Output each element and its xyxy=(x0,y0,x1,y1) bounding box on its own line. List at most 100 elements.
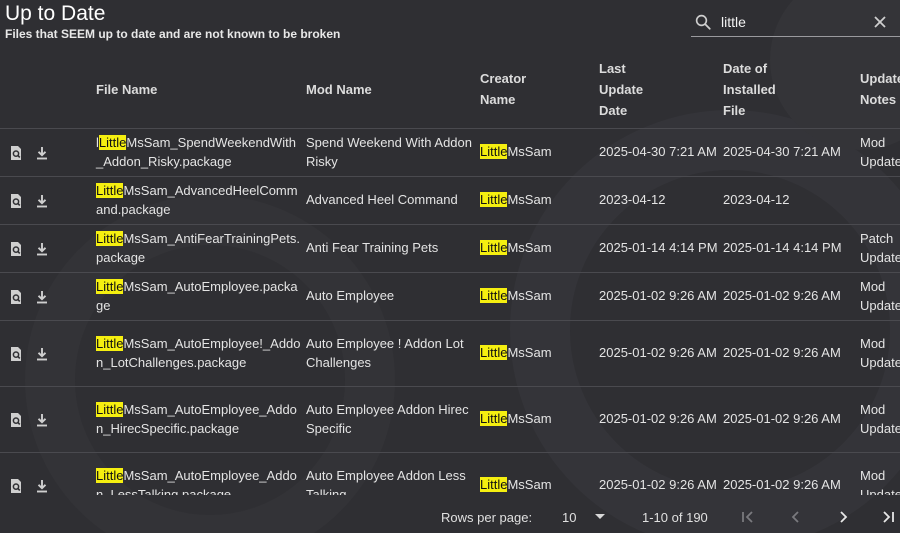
table-row[interactable]: LittleMsSam_AutoEmployee!_Addon_LotChall… xyxy=(0,320,900,387)
file-search-icon[interactable] xyxy=(8,193,24,209)
download-icon[interactable] xyxy=(34,289,50,305)
column-header-file-name[interactable]: File Name xyxy=(96,50,306,129)
file-name-cell: lLittleMsSam_SpendWeekendWith_Addon_Risk… xyxy=(96,128,306,177)
creator-name-rest: MsSam xyxy=(507,288,552,304)
creator-name-rest: MsSam xyxy=(507,477,552,493)
download-icon[interactable] xyxy=(34,193,50,209)
last-update-header-line1: Last xyxy=(599,60,626,76)
creator-name-cell: LittleMsSam xyxy=(480,128,599,177)
download-icon[interactable] xyxy=(34,478,50,494)
creator-name-cell: LittleMsSam xyxy=(480,386,599,453)
download-icon[interactable] xyxy=(34,145,50,161)
file-search-icon[interactable] xyxy=(8,241,24,257)
table-row[interactable]: LittleMsSam_AutoEmployee.package Auto Emp… xyxy=(0,272,900,321)
rows-per-page-select[interactable]: 10 xyxy=(562,510,576,525)
search-highlight: Little xyxy=(96,231,124,246)
mod-name-cell: Auto Employee xyxy=(306,272,480,321)
search-highlight: Little xyxy=(480,240,508,256)
row-actions xyxy=(0,176,96,225)
table-row[interactable]: LittleMsSam_AutoEmployee_Addon_LessTalki… xyxy=(0,452,900,495)
file-search-icon[interactable] xyxy=(8,346,24,362)
file-name-cell: LittleMsSam_AutoEmployee!_Addon_LotChall… xyxy=(96,320,306,387)
creator-name-rest: MsSam xyxy=(507,192,552,208)
file-search-icon[interactable] xyxy=(8,145,24,161)
creator-name-rest: MsSam xyxy=(507,411,552,427)
last-update-header-line3: Date xyxy=(599,102,628,118)
table-row[interactable]: LittleMsSam_AutoEmployee_Addon_HirecSpec… xyxy=(0,386,900,453)
installed-date-cell: 2025-01-02 9:26 AM xyxy=(723,272,860,321)
file-name-cell: LittleMsSam_AutoEmployee_Addon_HirecSpec… xyxy=(96,386,306,453)
file-name-rest: MsSam_AdvancedHeelCommand.package xyxy=(96,183,298,217)
download-icon[interactable] xyxy=(34,412,50,428)
search-highlight: Little xyxy=(96,183,124,198)
download-icon[interactable] xyxy=(34,241,50,257)
last-update-header-line2: Update xyxy=(599,81,644,97)
search-highlight: Little xyxy=(96,336,124,351)
mod-name-cell: Spend Weekend With Addon Risky xyxy=(306,128,480,177)
mod-name-cell: Auto Employee Addon Less Talking xyxy=(306,452,480,495)
table-row[interactable]: LittleMsSam_AdvancedHeelCommand.package A… xyxy=(0,176,900,225)
row-actions xyxy=(0,128,96,177)
row-actions xyxy=(0,386,96,453)
file-name-rest: MsSam_SpendWeekendWith_Addon_Risky.packa… xyxy=(96,135,296,169)
page-subtitle: Files that SEEM up to date and are not k… xyxy=(5,27,341,41)
search-highlight: Little xyxy=(480,345,508,361)
search-highlight: Little xyxy=(96,279,124,294)
pagination-range: 1-10 of 190 xyxy=(642,510,708,525)
file-name-rest: MsSam_AutoEmployee!_Addon_LotChallenges.… xyxy=(96,336,301,370)
last-update-date-cell: 2025-01-02 9:26 AM xyxy=(599,386,723,453)
close-icon[interactable] xyxy=(873,15,887,29)
creator-name-cell: LittleMsSam xyxy=(480,320,599,387)
search-input[interactable] xyxy=(719,10,873,34)
next-page-icon[interactable] xyxy=(835,509,851,525)
file-search-icon[interactable] xyxy=(8,412,24,428)
search-highlight: Little xyxy=(96,402,124,417)
last-update-date-cell: 2023-04-12 xyxy=(599,176,723,225)
file-search-icon[interactable] xyxy=(8,289,24,305)
installed-date-cell: 2025-04-30 7:21 AM xyxy=(723,128,860,177)
file-name-cell: LittleMsSam_AntiFearTrainingPets.package xyxy=(96,224,306,273)
file-name-cell: LittleMsSam_AdvancedHeelCommand.package xyxy=(96,176,306,225)
column-header-update-notes[interactable]: Update Notes xyxy=(860,50,900,129)
column-header-creator-name[interactable]: Creator Name xyxy=(480,50,599,129)
file-name-header-label: File Name xyxy=(96,81,158,97)
search-highlight: Little xyxy=(96,468,124,483)
creator-name-cell: LittleMsSam xyxy=(480,224,599,273)
download-icon[interactable] xyxy=(34,346,50,362)
table-row[interactable]: LittleMsSam_AntiFearTrainingPets.package… xyxy=(0,224,900,273)
table-header-row: File Name Mod Name Creator Name Last Updat… xyxy=(0,50,900,129)
update-notes-cell: Mod Update xyxy=(860,452,900,495)
files-table-container: File Name Mod Name Creator Name Last Updat… xyxy=(0,50,900,495)
installed-date-cell: 2025-01-02 9:26 AM xyxy=(723,452,860,495)
last-update-date-cell: 2025-01-02 9:26 AM xyxy=(599,452,723,495)
column-header-last-update-date[interactable]: Last Update Date xyxy=(599,50,723,129)
creator-name-rest: MsSam xyxy=(507,240,552,256)
row-actions xyxy=(0,224,96,273)
update-notes-cell: Mod Update xyxy=(860,386,900,453)
creator-name-cell: LittleMsSam xyxy=(480,272,599,321)
chevron-down-icon[interactable] xyxy=(594,513,606,521)
last-update-date-cell: 2025-01-02 9:26 AM xyxy=(599,320,723,387)
last-page-icon[interactable] xyxy=(880,509,896,525)
mod-name-cell: Auto Employee Addon Hirec Specific xyxy=(306,386,480,453)
installed-date-cell: 2023-04-12 xyxy=(723,176,860,225)
installed-header-line3: File xyxy=(723,102,746,118)
first-page-icon[interactable] xyxy=(740,509,756,525)
last-update-date-cell: 2025-01-14 4:14 PM xyxy=(599,224,723,273)
column-header-installed-date[interactable]: Date of Installed File xyxy=(723,50,860,129)
notes-header-line1: Update xyxy=(860,71,900,86)
installed-header-line2: Installed xyxy=(723,81,776,97)
file-name-cell: LittleMsSam_AutoEmployee.package xyxy=(96,272,306,321)
creator-name-cell: LittleMsSam xyxy=(480,176,599,225)
installed-date-cell: 2025-01-02 9:26 AM xyxy=(723,386,860,453)
previous-page-icon[interactable] xyxy=(788,509,804,525)
column-header-mod-name[interactable]: Mod Name xyxy=(306,50,480,129)
mod-name-header-label: Mod Name xyxy=(306,81,372,97)
search-icon[interactable] xyxy=(694,13,712,31)
installed-header-line1: Date of xyxy=(723,60,768,76)
table-row[interactable]: lLittleMsSam_SpendWeekendWith_Addon_Risk… xyxy=(0,128,900,177)
creator-name-rest: MsSam xyxy=(507,144,552,160)
row-actions xyxy=(0,452,96,495)
file-search-icon[interactable] xyxy=(8,478,24,494)
creator-name-rest: MsSam xyxy=(507,345,552,361)
